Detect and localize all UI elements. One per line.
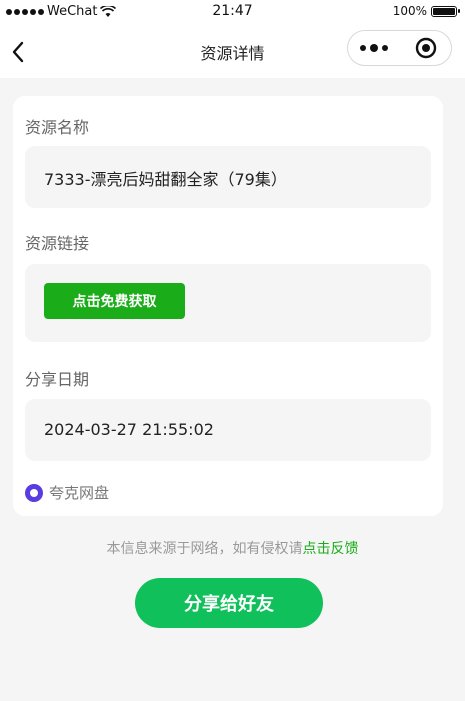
- status-bar: WeChat 21:47 100%: [0, 0, 465, 24]
- resource-name-value: 7333-漂亮后妈甜翻全家（79集）: [44, 170, 287, 189]
- battery-percentage: 100%: [392, 4, 427, 18]
- more-dot-icon: [369, 44, 378, 52]
- resource-detail-card: 资源名称 7333-漂亮后妈甜翻全家（79集） 资源链接 点击免费获取 分享日期…: [13, 96, 443, 516]
- battery-icon: [431, 5, 460, 17]
- source-row: 夸克网盘: [25, 482, 109, 503]
- feedback-link[interactable]: 点击反馈: [303, 541, 359, 557]
- mini-program-capsule: [347, 30, 452, 66]
- share-date-box: 2024-03-27 21:55:02: [25, 399, 431, 461]
- share-to-friend-button[interactable]: 分享给好友: [135, 578, 323, 628]
- disclaimer: 本信息来源于网络，如有侵权请点击反馈: [0, 538, 465, 558]
- share-date-value: 2024-03-27 21:55:02: [44, 420, 214, 439]
- resource-name-box: 7333-漂亮后妈甜翻全家（79集）: [25, 146, 431, 208]
- share-date-label: 分享日期: [25, 370, 90, 389]
- target-close-icon: [415, 37, 436, 59]
- resource-link-box: 点击免费获取: [25, 264, 431, 342]
- more-dot-icon: [359, 45, 366, 51]
- get-free-link-button[interactable]: 点击免费获取: [44, 283, 185, 319]
- nav-bar: 资源详情: [0, 24, 465, 78]
- disclaimer-text: 本信息来源于网络，如有侵权请: [106, 541, 303, 557]
- resource-link-label: 资源链接: [25, 234, 90, 253]
- quark-drive-icon: [25, 483, 43, 502]
- more-button[interactable]: [348, 31, 399, 65]
- more-dot-icon: [381, 45, 388, 51]
- source-name: 夸克网盘: [49, 484, 110, 502]
- status-right: 100%: [392, 4, 460, 18]
- resource-name-label: 资源名称: [25, 118, 90, 137]
- close-mini-program-button[interactable]: [400, 31, 451, 65]
